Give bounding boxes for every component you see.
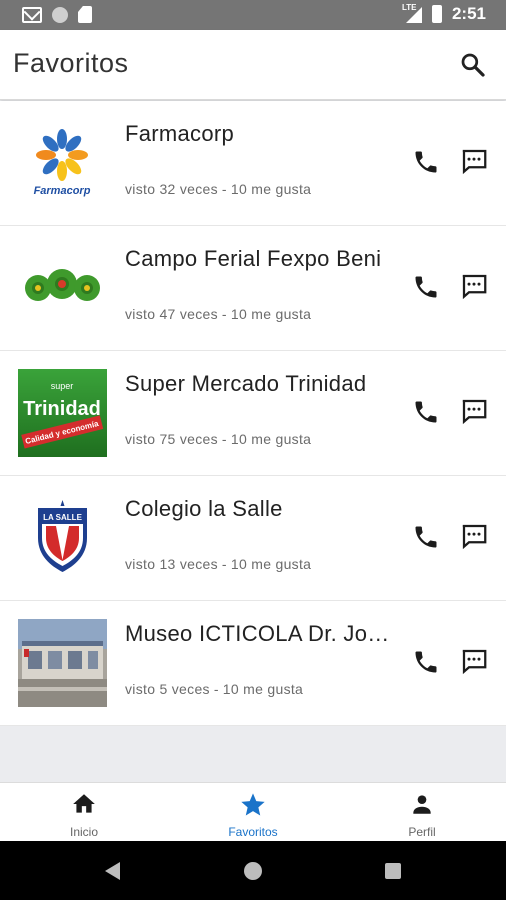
view-count: visto 75 veces [125, 431, 218, 447]
call-button[interactable] [412, 523, 440, 551]
fexpo-logo [18, 244, 107, 332]
view-count: visto 47 veces [125, 306, 218, 322]
signal-icon: LTE [402, 3, 422, 23]
call-button[interactable] [412, 148, 440, 176]
list-item[interactable]: LA SALLE Colegio la Salle visto 13 veces… [0, 476, 506, 601]
system-navigation-bar [0, 841, 506, 900]
meta-separator: - [213, 681, 219, 697]
meta-separator: - [221, 181, 227, 197]
app-bar: Favoritos [0, 30, 506, 100]
chat-icon [462, 149, 487, 175]
list-item[interactable]: Farmacorp Farmacorp visto 32 veces -10 me… [0, 101, 506, 226]
sd-card-icon [78, 6, 92, 23]
clock: 2:51 [451, 4, 486, 23]
favorite-stats: visto 75 veces -10 me gusta [125, 431, 311, 447]
message-button[interactable] [459, 396, 489, 426]
logo-trinidad-text: Trinidad [23, 398, 101, 420]
logo-super-text: super [51, 381, 74, 391]
status-bar: LTE 2:51 [0, 0, 506, 30]
chat-icon [462, 399, 487, 425]
nav-inicio[interactable]: Inicio [0, 783, 168, 842]
favorite-name: Super Mercado Trinidad [125, 371, 367, 396]
nav-label-perfil: Perfil [408, 825, 436, 839]
museo-photo [18, 619, 107, 707]
favorite-name: Farmacorp [125, 121, 235, 146]
view-count: visto 5 veces [125, 681, 210, 697]
supermercado-logo: super Trinidad Calidad y economía [18, 369, 107, 457]
list-item[interactable]: Museo ICTICOLA Dr. Jorge visto 5 veces -1… [0, 601, 506, 726]
view-count: visto 13 veces [125, 556, 218, 572]
nav-perfil[interactable]: Perfil [338, 783, 506, 842]
meta-separator: - [221, 431, 227, 447]
view-count: visto 32 veces [125, 181, 218, 197]
search-icon [461, 53, 485, 77]
list-item[interactable]: super Trinidad Calidad y economía Super … [0, 351, 506, 476]
message-button[interactable] [459, 146, 489, 176]
message-button[interactable] [459, 271, 489, 301]
message-button[interactable] [459, 521, 489, 551]
like-count: 10 me gusta [230, 181, 312, 197]
person-icon [413, 795, 431, 814]
battery-icon [431, 5, 442, 23]
nav-label-favoritos: Favoritos [228, 825, 278, 839]
phone-icon [415, 401, 437, 423]
favorite-name: Colegio la Salle [125, 496, 283, 521]
like-count: 10 me gusta [230, 306, 312, 322]
home-circle-icon[interactable] [244, 862, 262, 880]
call-button[interactable] [412, 648, 440, 676]
chat-icon [462, 274, 487, 300]
bottom-navigation: Inicio Favoritos Perfil [0, 782, 506, 841]
farmacorp-logo-text: Farmacorp [34, 185, 91, 197]
favorite-stats: visto 13 veces -10 me gusta [125, 556, 311, 572]
phone-icon [415, 276, 437, 298]
chat-icon [462, 524, 487, 550]
message-button[interactable] [459, 646, 489, 676]
nav-label-inicio: Inicio [69, 825, 98, 839]
favorites-list: Farmacorp Farmacorp visto 32 veces -10 me… [0, 101, 506, 726]
lasalle-logo: LA SALLE [18, 494, 107, 582]
favorite-stats: visto 32 veces -10 me gusta [125, 181, 311, 197]
back-icon[interactable] [105, 862, 120, 880]
list-item[interactable]: Campo Ferial Fexpo Beni visto 47 veces -1… [0, 226, 506, 351]
favorite-stats: visto 47 veces -10 me gusta [125, 306, 311, 322]
favorite-name: Museo ICTICOLA Dr. Jorge [125, 621, 393, 646]
favorite-name: Campo Ferial Fexpo Beni [125, 246, 382, 271]
chat-icon [462, 649, 487, 675]
farmacorp-logo: Farmacorp [18, 119, 107, 207]
meta-separator: - [221, 556, 227, 572]
meta-separator: - [221, 306, 227, 322]
like-count: 10 me gusta [222, 681, 304, 697]
recent-apps-icon[interactable] [385, 863, 401, 879]
phone-icon [415, 526, 437, 548]
lasalle-logo-text: LA SALLE [43, 513, 82, 522]
like-count: 10 me gusta [230, 556, 312, 572]
gmail-notification-icon [22, 6, 42, 23]
page-title: Favoritos [13, 48, 129, 78]
home-icon [73, 794, 95, 813]
call-button[interactable] [412, 273, 440, 301]
call-button[interactable] [412, 398, 440, 426]
phone-icon [415, 151, 437, 173]
like-count: 10 me gusta [230, 431, 312, 447]
phone-icon [415, 651, 437, 673]
search-button[interactable] [458, 50, 488, 80]
nav-favoritos[interactable]: Favoritos [169, 783, 337, 842]
notification-dot-icon [52, 6, 68, 23]
star-icon [241, 793, 265, 816]
favorite-stats: visto 5 veces -10 me gusta [125, 681, 303, 697]
